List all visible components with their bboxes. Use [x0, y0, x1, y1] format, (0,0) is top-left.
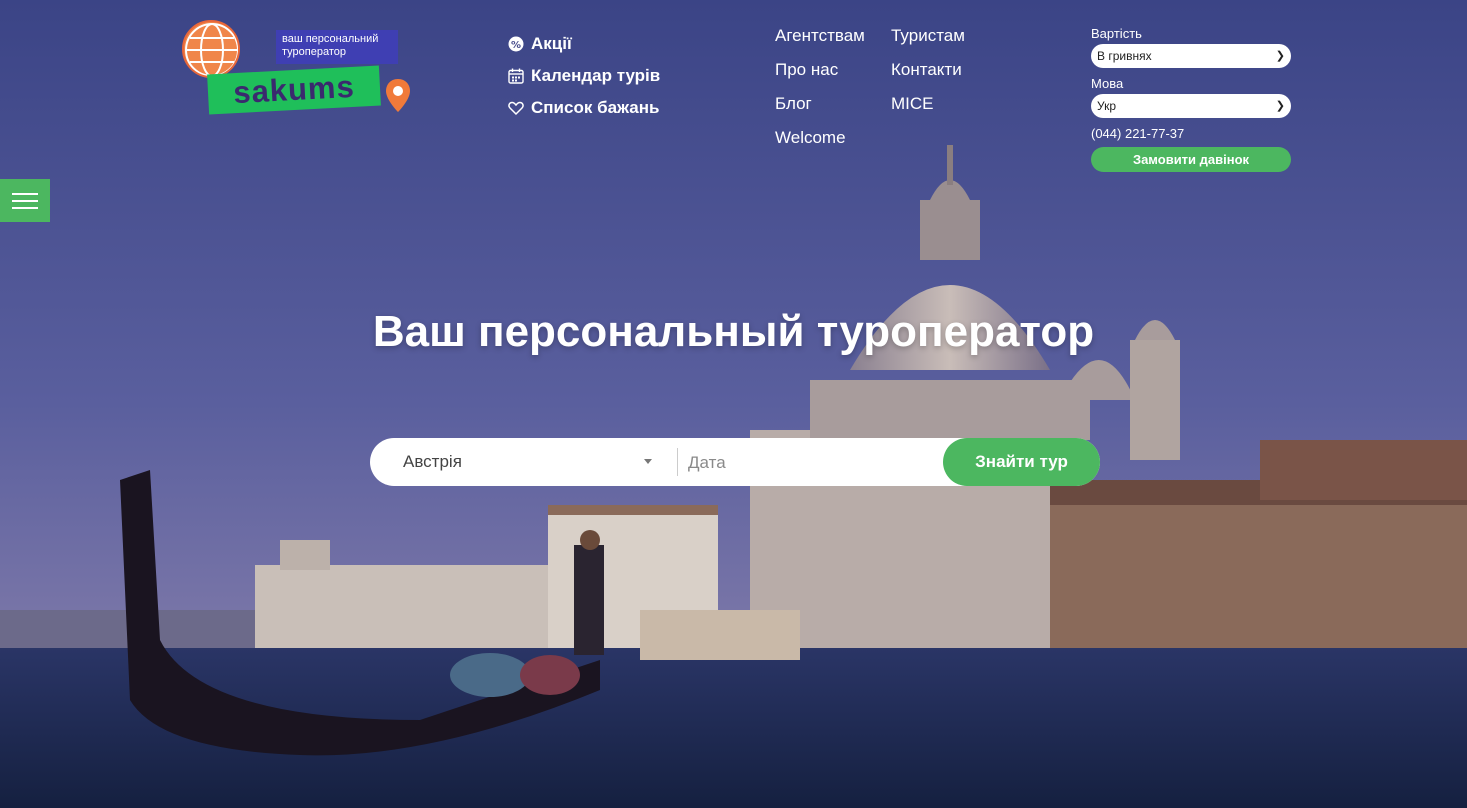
nav-link-mice[interactable]: MICE — [891, 92, 991, 116]
nav-link-about[interactable]: Про нас — [775, 58, 891, 82]
promo-badge-icon: % — [508, 36, 524, 52]
nav-link-welcome[interactable]: Welcome — [775, 126, 891, 150]
logo-brand-text: sakums — [207, 65, 381, 115]
globe-icon — [182, 20, 240, 78]
callback-button[interactable]: Замовити давінок — [1091, 147, 1291, 172]
currency-select-value: В гривнях — [1097, 49, 1152, 63]
hamburger-menu-button[interactable] — [0, 179, 50, 222]
sakums-logo[interactable]: ваш персональний туроператор sakums — [180, 18, 420, 118]
country-select[interactable]: Австрія — [370, 438, 670, 486]
logo-tagline: ваш персональний туроператор — [276, 30, 398, 64]
hero-headline: Ваш персональный туроператор — [372, 307, 1095, 356]
quick-links: % Акції Календар турів Список бажань — [508, 28, 660, 124]
nav-link-contacts[interactable]: Контакти — [891, 58, 991, 82]
nav-link-tourists[interactable]: Туристам — [891, 24, 991, 48]
svg-text:%: % — [511, 40, 521, 51]
phone-number[interactable]: (044) 221-77-37 — [1091, 126, 1291, 142]
nav-link-agencies[interactable]: Агентствам — [775, 24, 891, 48]
tour-search-form: Австрія Знайти тур — [370, 438, 1100, 488]
country-select-value: Австрія — [403, 452, 462, 471]
map-pin-icon — [386, 79, 410, 112]
quick-link-label: Календар турів — [531, 66, 661, 85]
caret-down-icon — [644, 459, 652, 464]
nav-link-blog[interactable]: Блог — [775, 92, 891, 116]
heart-icon — [508, 100, 524, 116]
chevron-down-icon: ❯ — [1275, 50, 1285, 62]
currency-label: Вартість — [1091, 26, 1142, 41]
language-label: Мова — [1091, 76, 1124, 91]
main-nav: Агентствам Туристам Про нас Контакти Бло… — [775, 24, 991, 150]
chevron-down-icon: ❯ — [1275, 100, 1285, 112]
quick-link-promo[interactable]: % Акції — [508, 28, 660, 60]
settings-panel: Вартість В гривнях ❯ Мова Укр ❯ (044) 22… — [1091, 26, 1291, 172]
language-select-value: Укр — [1097, 99, 1117, 113]
date-input[interactable] — [686, 438, 940, 488]
hamburger-icon — [12, 207, 38, 209]
quick-link-calendar[interactable]: Календар турів — [508, 60, 660, 92]
field-divider — [677, 448, 678, 476]
quick-link-label: Акції — [531, 34, 572, 53]
hamburger-icon — [12, 193, 38, 195]
quick-link-label: Список бажань — [531, 98, 660, 117]
calendar-icon — [508, 68, 524, 84]
hamburger-icon — [12, 200, 38, 202]
find-tour-button[interactable]: Знайти тур — [943, 438, 1100, 486]
language-select[interactable]: Укр ❯ — [1091, 94, 1291, 118]
quick-link-wishlist[interactable]: Список бажань — [508, 92, 660, 124]
currency-select[interactable]: В гривнях ❯ — [1091, 44, 1291, 68]
